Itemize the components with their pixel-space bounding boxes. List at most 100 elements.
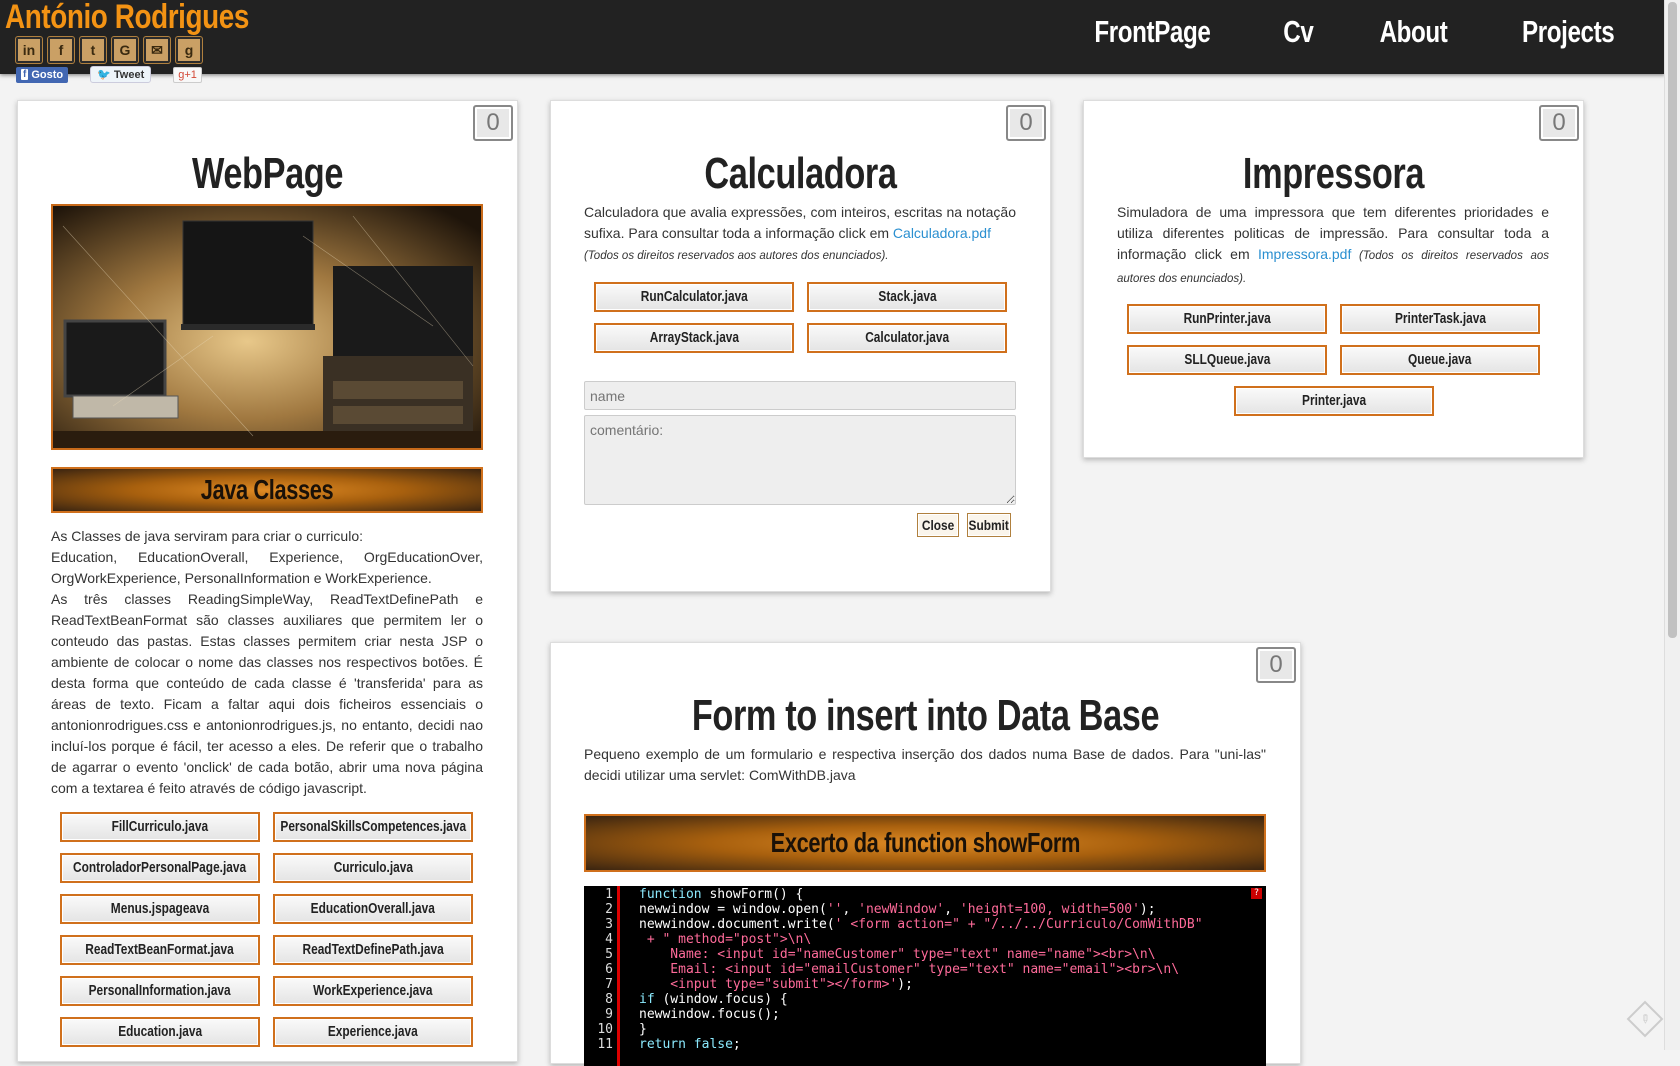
facebook-icon[interactable]: f	[48, 37, 74, 63]
button-label: ReadTextBeanFormat.java	[85, 942, 235, 958]
java-file-button[interactable]: SLLQueue.java	[1127, 345, 1327, 375]
webpage-card: 0 WebPage Java Classes As Classes de jav…	[17, 100, 518, 1062]
button-label: RunCalculator.java	[640, 289, 748, 305]
java-file-button[interactable]: RunPrinter.java	[1127, 304, 1327, 334]
button-label: ArrayStack.java	[649, 330, 739, 346]
intro-line-1: As Classes de java serviram para criar o…	[51, 528, 363, 544]
tweet-label: Tweet	[113, 69, 145, 81]
java-file-button[interactable]: Menus.jspageava	[60, 894, 260, 924]
close-label: Close	[921, 517, 955, 533]
button-label: SLLQueue.java	[1184, 352, 1270, 368]
desk-photo	[51, 204, 483, 450]
google-plus-button[interactable]: g+1	[173, 66, 202, 83]
calculadora-description: Calculadora que avalia expressões, com i…	[584, 202, 1016, 267]
java-file-button[interactable]: RunCalculator.java	[594, 282, 794, 312]
nav-frontpage[interactable]: FrontPage	[1095, 14, 1211, 50]
impressora-pdf-link[interactable]: Impressora.pdf	[1258, 246, 1351, 262]
card-title: Impressora	[1242, 149, 1425, 198]
tweet-button[interactable]: 🐦 Tweet	[90, 66, 152, 83]
rights-note: (Todos os direitos reservados aos autore…	[584, 250, 889, 262]
java-file-button[interactable]: EducationOverall.java	[273, 894, 473, 924]
java-file-button[interactable]: Calculator.java	[807, 323, 1007, 353]
like-counter[interactable]: 0	[1539, 105, 1579, 141]
submit-button[interactable]: Submit	[967, 513, 1011, 537]
line-number: 1	[605, 887, 613, 902]
button-label: Stack.java	[877, 289, 937, 305]
java-file-button[interactable]: ReadTextBeanFormat.java	[60, 935, 260, 965]
form-db-card: 0 Form to insert into Data Base Pequeno …	[550, 642, 1301, 1066]
mail-icon[interactable]: ✉	[144, 37, 170, 63]
line-number: 3	[605, 917, 613, 932]
like-counter[interactable]: 0	[1256, 647, 1296, 683]
java-file-button[interactable]: ReadTextDefinePath.java	[273, 935, 473, 965]
java-classes-banner: Java Classes	[51, 467, 483, 513]
java-file-button[interactable]: PersonalSkillsCompetences.java	[273, 812, 473, 842]
button-label: Menus.jspageava	[110, 901, 210, 917]
java-file-button[interactable]: ArrayStack.java	[594, 323, 794, 353]
facebook-icon: f	[21, 69, 29, 80]
like-counter[interactable]: 0	[1006, 105, 1046, 141]
like-counter[interactable]: 0	[473, 105, 513, 141]
linkedin-icon[interactable]: in	[16, 37, 42, 63]
scrollbar-thumb[interactable]	[1668, 2, 1677, 638]
name-input[interactable]	[584, 381, 1016, 410]
help-icon[interactable]: ?	[1251, 888, 1262, 899]
java-file-button[interactable]: ControladorPersonalPage.java	[60, 853, 260, 883]
button-label: Experience.java	[328, 1024, 418, 1040]
line-number-gutter: 1 2 3 4 5 6 7 8 9 10 11	[584, 886, 620, 1066]
button-label: PersonalInformation.java	[88, 983, 232, 999]
button-label: ReadTextDefinePath.java	[302, 942, 444, 958]
comment-textarea[interactable]	[584, 415, 1016, 505]
goodreads-icon[interactable]: G	[112, 37, 138, 63]
line-number: 6	[605, 962, 613, 977]
calculadora-card: 0 Calculadora Calculadora que avalia exp…	[550, 100, 1051, 592]
calculadora-pdf-link[interactable]: Calculadora.pdf	[893, 225, 991, 241]
nav-projects[interactable]: Projects	[1522, 14, 1615, 50]
facebook-like-button[interactable]: f Gosto	[16, 66, 69, 83]
impressora-card: 0 Impressora Simuladora de uma impressor…	[1083, 100, 1584, 458]
gplus-label: +1	[184, 68, 197, 81]
card-title: Form to insert into Data Base	[691, 691, 1160, 740]
button-label: ControladorPersonalPage.java	[73, 860, 247, 876]
button-label: RunPrinter.java	[1183, 311, 1271, 327]
google-icon[interactable]: g	[176, 37, 202, 63]
code-lines: function showForm() { newwindow = window…	[639, 887, 1203, 1052]
button-label: Education.java	[118, 1024, 202, 1040]
button-label: PrinterTask.java	[1394, 311, 1486, 327]
card-title: WebPage	[191, 149, 344, 198]
code-block: 1 2 3 4 5 6 7 8 9 10 11 ? function showForm() { ne…	[584, 886, 1266, 1066]
line-number: 7	[605, 977, 613, 992]
line-number: 4	[605, 932, 613, 947]
button-label: PersonalSkillsCompetences.java	[280, 819, 466, 835]
impressora-description: Simuladora de uma impressora que tem dif…	[1117, 202, 1549, 290]
like-label: Gosto	[31, 68, 64, 81]
java-file-button[interactable]: PersonalInformation.java	[60, 976, 260, 1006]
share-buttons: f Gosto 🐦 Tweet g+1	[16, 66, 202, 83]
close-button[interactable]: Close	[917, 513, 959, 537]
main-nav: FrontPage Cv About Projects	[1078, 14, 1627, 50]
top-navbar: António Rodrigues in f t G ✉ g f Gosto 🐦 Tweet…	[0, 0, 1665, 83]
java-file-button[interactable]: Experience.java	[273, 1017, 473, 1047]
java-file-button[interactable]: Queue.java	[1340, 345, 1540, 375]
desk-photo-image	[53, 206, 481, 448]
java-file-button[interactable]: FillCurriculo.java	[60, 812, 260, 842]
twitter-bird-icon: 🐦	[97, 69, 111, 81]
nav-about[interactable]: About	[1379, 14, 1447, 50]
card-title: Calculadora	[704, 149, 897, 198]
java-file-button[interactable]: Education.java	[60, 1017, 260, 1047]
java-file-button[interactable]: Printer.java	[1234, 386, 1434, 416]
java-file-button[interactable]: WorkExperience.java	[273, 976, 473, 1006]
twitter-icon[interactable]: t	[80, 37, 106, 63]
site-brand[interactable]: António Rodrigues	[5, 0, 249, 37]
button-label: EducationOverall.java	[310, 901, 436, 917]
java-file-button[interactable]: Stack.java	[807, 282, 1007, 312]
java-file-button[interactable]: PrinterTask.java	[1340, 304, 1540, 334]
vertical-scrollbar[interactable]	[1664, 0, 1680, 1050]
nav-cv[interactable]: Cv	[1283, 14, 1314, 50]
line-number: 10	[597, 1022, 613, 1037]
java-file-button[interactable]: Curriculo.java	[273, 853, 473, 883]
feather-icon[interactable]: ✎	[1626, 1000, 1664, 1038]
form-db-description: Pequeno exemplo de um formulario e respe…	[584, 746, 1266, 783]
social-icons-row: in f t G ✉ g	[16, 37, 202, 63]
intro-line-2: Education, EducationOverall, Experience,…	[51, 549, 483, 586]
